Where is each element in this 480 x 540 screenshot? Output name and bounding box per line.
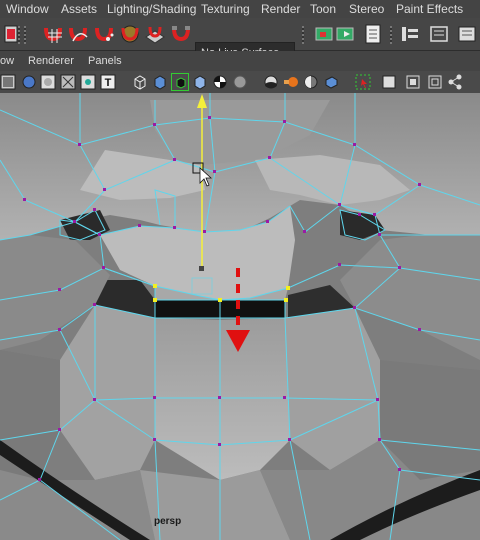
- svg-text:T: T: [105, 77, 112, 89]
- select-by-hierarchy-icon[interactable]: [0, 23, 18, 45]
- make-live-icon[interactable]: [170, 23, 192, 45]
- ambient-occlusion-icon[interactable]: [302, 73, 320, 91]
- menu-assets[interactable]: Assets: [61, 2, 97, 16]
- status-line-toolbar: No Live Surface: [0, 18, 480, 62]
- mesh-render: [0, 93, 480, 540]
- smooth-sphere-icon[interactable]: [262, 73, 280, 91]
- safe-frame-icon[interactable]: [426, 73, 444, 91]
- panel-toolbar: T: [0, 71, 480, 94]
- lights-icon[interactable]: [79, 73, 97, 91]
- panel-menu-show[interactable]: ow: [0, 55, 14, 67]
- channel-box-icon[interactable]: [456, 23, 478, 45]
- render-current-frame-icon[interactable]: [313, 23, 335, 45]
- motion-blur-icon[interactable]: [282, 73, 300, 91]
- wireframe-cube-icon[interactable]: [131, 73, 149, 91]
- single-view-icon[interactable]: [380, 73, 398, 91]
- render-settings-icon[interactable]: [362, 23, 384, 45]
- text-icon[interactable]: T: [99, 73, 117, 91]
- tool-settings-icon[interactable]: [428, 23, 450, 45]
- panel-menu-panels[interactable]: Panels: [88, 55, 122, 67]
- anti-alias-icon[interactable]: [322, 73, 340, 91]
- menu-texturing[interactable]: Texturing: [201, 2, 250, 16]
- default-material-icon[interactable]: [39, 73, 57, 91]
- resolution-gate-icon[interactable]: [354, 73, 372, 91]
- textured-icon[interactable]: [0, 73, 18, 91]
- attribute-editor-icon[interactable]: [399, 23, 421, 45]
- flat-shade-cube-icon[interactable]: [191, 73, 209, 91]
- isolate-select-icon[interactable]: [171, 73, 189, 91]
- snap-to-points-icon[interactable]: [93, 23, 115, 45]
- menu-window[interactable]: Window: [6, 2, 49, 16]
- snap-to-curves-icon[interactable]: [67, 23, 89, 45]
- menu-render[interactable]: Render: [261, 2, 300, 16]
- camera-name-label: persp: [154, 516, 182, 527]
- shaded-sphere-icon[interactable]: [20, 73, 38, 91]
- panel-menu-bar: ow Renderer Panels: [0, 51, 480, 71]
- share-node-icon[interactable]: [446, 73, 464, 91]
- ipr-render-icon[interactable]: [334, 23, 356, 45]
- menu-stereo[interactable]: Stereo: [349, 2, 384, 16]
- shadow-sphere-icon[interactable]: [231, 73, 249, 91]
- perspective-viewport[interactable]: persp: [0, 93, 480, 540]
- checker-icon[interactable]: [211, 73, 229, 91]
- film-gate-icon[interactable]: [404, 73, 422, 91]
- main-menu-bar: Window Assets Lighting/Shading Texturing…: [0, 0, 480, 19]
- smooth-shade-cube-icon[interactable]: [151, 73, 169, 91]
- menu-paint-effects[interactable]: Paint Effects: [396, 2, 463, 16]
- menu-lighting-shading[interactable]: Lighting/Shading: [107, 2, 196, 16]
- menu-toon[interactable]: Toon: [310, 2, 336, 16]
- snap-to-plane-icon[interactable]: [144, 23, 166, 45]
- panel-menu-renderer[interactable]: Renderer: [28, 55, 74, 67]
- snap-to-grids-icon[interactable]: [42, 23, 64, 45]
- xray-icon[interactable]: [59, 73, 77, 91]
- snap-to-view-planes-icon[interactable]: [119, 23, 141, 45]
